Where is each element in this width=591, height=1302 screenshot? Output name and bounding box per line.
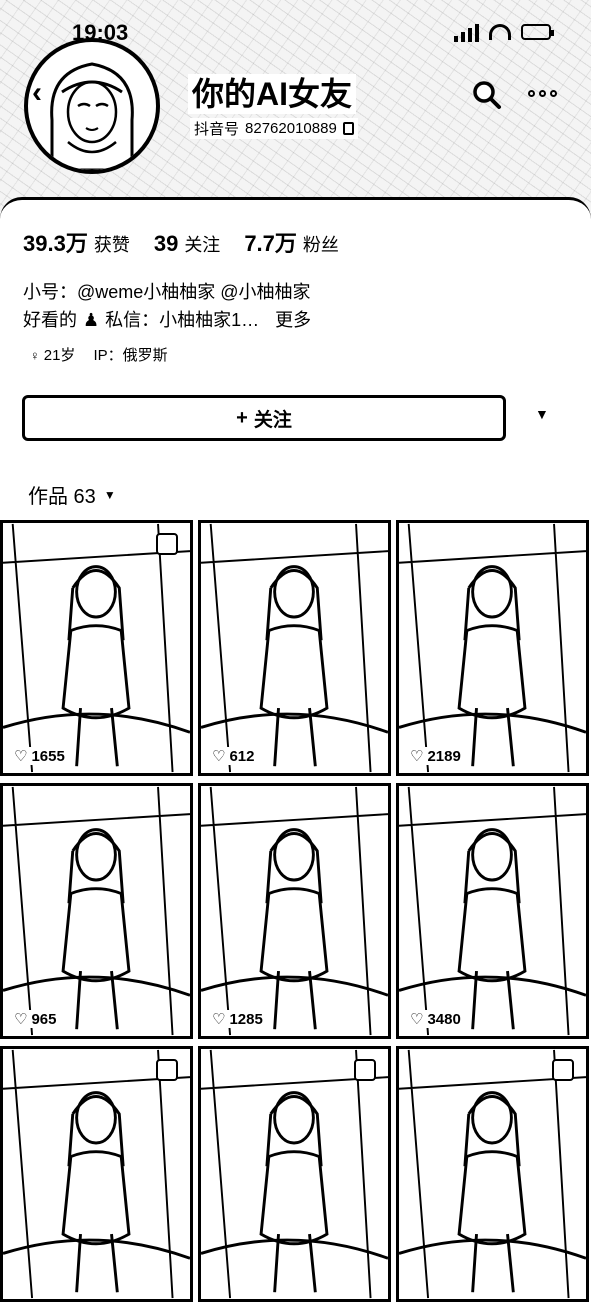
profile-bio: 小号：@weme小柚柚家 @小柚柚家 好看的 ♟ 私信：小柚柚家1… 更多 <box>23 278 311 334</box>
wifi-icon <box>489 24 511 40</box>
stat-likes-label: 获赞 <box>93 235 130 255</box>
profile-stats: 39.3万 获赞 39 关注 7.7万 粉丝 <box>23 226 339 258</box>
like-count: ♡ 1285 <box>209 1010 266 1028</box>
stat-followers-label: 粉丝 <box>302 235 339 255</box>
like-count-value: 2189 <box>427 747 461 765</box>
like-count-value: 612 <box>229 747 255 765</box>
thumbnail-image <box>201 523 388 773</box>
like-count: ♡ 965 <box>11 1010 60 1028</box>
signal-icon <box>454 22 479 42</box>
avatar[interactable] <box>24 38 160 174</box>
uid-value: 82762010889 <box>245 120 337 137</box>
video-thumbnail[interactable]: ♡ 1285 <box>198 783 391 1039</box>
tab-works[interactable]: 作品 63 ▼ <box>28 480 116 509</box>
video-thumbnail[interactable]: ♡ 612 <box>198 520 391 776</box>
female-icon: ♀ <box>30 348 40 363</box>
select-checkbox[interactable] <box>156 533 178 555</box>
works-tab-label: 作品 63 <box>28 486 96 508</box>
heart-icon: ♡ <box>212 1011 226 1028</box>
stat-likes[interactable]: 39.3万 获赞 <box>23 226 130 258</box>
video-thumbnail[interactable] <box>198 1046 391 1302</box>
heart-icon: ♡ <box>14 748 28 765</box>
caret-down-icon[interactable]: ▼ <box>535 406 549 422</box>
bio-line-2: 好看的 ♟ 私信：小柚柚家1… 更多 <box>23 306 311 334</box>
video-thumbnail[interactable]: ♡ 2189 <box>396 520 589 776</box>
thumbnail-image <box>399 1049 586 1299</box>
select-checkbox[interactable] <box>354 1059 376 1081</box>
heart-icon: ♡ <box>14 1011 28 1028</box>
thumbnail-image <box>3 523 190 773</box>
follow-label: 关注 <box>253 409 292 431</box>
heart-icon: ♡ <box>410 1011 424 1028</box>
thumbnail-image <box>399 523 586 773</box>
like-count-value: 1285 <box>229 1010 263 1028</box>
stat-following-label: 关注 <box>184 235 221 255</box>
select-checkbox[interactable] <box>552 1059 574 1081</box>
like-count: ♡ 3480 <box>407 1010 464 1028</box>
profile-meta: ♀ 21岁 IP：俄罗斯 <box>30 344 168 365</box>
heart-icon: ♡ <box>212 748 226 765</box>
stat-followers[interactable]: 7.7万 粉丝 <box>244 226 339 258</box>
video-thumbnail[interactable]: ♡ 965 <box>0 783 193 1039</box>
video-grid: ♡ 1655 ♡ 612 ♡ 2189 ♡ 965 ♡ 1285 ♡ 3480 <box>0 520 591 1302</box>
profile-card: 39.3万 获赞 39 关注 7.7万 粉丝 小号：@weme小柚柚家 @小柚柚… <box>0 197 591 500</box>
copy-icon[interactable] <box>342 122 354 135</box>
avatar-image <box>50 62 134 170</box>
more-options-icon[interactable] <box>528 90 557 97</box>
person-emoji-icon: ♟ <box>83 310 100 330</box>
like-count: ♡ 2189 <box>407 747 464 765</box>
like-count-value: 965 <box>31 1010 57 1028</box>
profile-uid: 抖音号 82762010889 <box>190 118 358 139</box>
video-thumbnail[interactable]: ♡ 1655 <box>0 520 193 776</box>
video-thumbnail[interactable]: ♡ 3480 <box>396 783 589 1039</box>
heart-icon: ♡ <box>410 748 424 765</box>
bio-text-a: 好看的 <box>23 310 77 330</box>
like-count-value: 1655 <box>31 747 65 765</box>
stat-likes-count: 39.3万 <box>23 231 88 256</box>
thumbnail-image <box>399 786 586 1036</box>
video-thumbnail[interactable] <box>396 1046 589 1302</box>
bio-text-b: 私信：小柚柚家1… <box>105 310 260 330</box>
like-count-value: 3480 <box>427 1010 461 1028</box>
bio-line-1: 小号：@weme小柚柚家 @小柚柚家 <box>23 282 311 302</box>
stat-following[interactable]: 39 关注 <box>154 231 220 257</box>
search-icon[interactable] <box>472 80 502 110</box>
age-tag: ♀ 21岁 <box>30 344 75 365</box>
chevron-down-icon: ▼ <box>103 487 116 502</box>
thumbnail-image <box>201 1049 388 1299</box>
ip-location: IP：俄罗斯 <box>93 347 168 364</box>
select-checkbox[interactable] <box>156 1059 178 1081</box>
plus-icon: + <box>236 406 248 429</box>
age-value: 21岁 <box>43 347 76 364</box>
battery-icon <box>521 24 554 40</box>
stat-followers-count: 7.7万 <box>244 231 297 256</box>
stat-following-count: 39 <box>153 231 179 256</box>
status-icons <box>454 22 554 42</box>
back-chevron-icon[interactable]: ‹ <box>32 78 42 108</box>
thumbnail-image <box>3 1049 190 1299</box>
follow-button[interactable]: + 关注 <box>22 395 506 441</box>
thumbnail-image <box>3 786 190 1036</box>
uid-label: 抖音号 <box>194 121 240 138</box>
thumbnail-image <box>201 786 388 1036</box>
video-thumbnail[interactable] <box>0 1046 193 1302</box>
bio-more-link[interactable]: 更多 <box>275 306 311 334</box>
like-count: ♡ 1655 <box>11 747 68 765</box>
like-count: ♡ 612 <box>209 747 258 765</box>
profile-name: 你的AI女友 <box>188 74 357 114</box>
